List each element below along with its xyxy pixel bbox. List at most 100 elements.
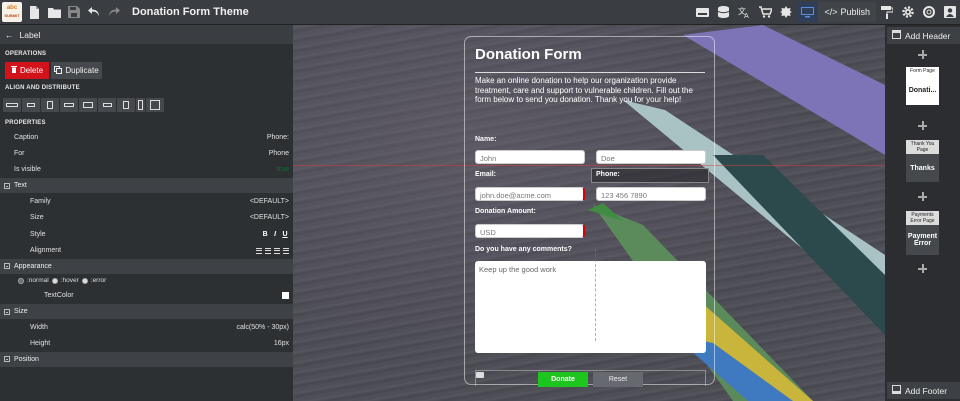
add-page-plus-icon[interactable]	[918, 50, 927, 59]
italic-toggle[interactable]: I	[271, 231, 279, 238]
undo-icon[interactable]	[84, 2, 104, 22]
prop-alignment: Alignment	[0, 242, 293, 258]
phone-label[interactable]: Phone:	[596, 171, 620, 178]
form-footer-bar	[475, 370, 706, 386]
textcolor-swatch[interactable]	[282, 292, 289, 300]
align-toolbar	[0, 98, 293, 112]
prop-for[interactable]: For Phone	[0, 145, 293, 161]
state-normal-radio[interactable]	[18, 277, 24, 284]
position-group-header[interactable]: Position	[0, 351, 293, 367]
user-account-icon[interactable]	[940, 2, 960, 22]
properties-heading: PROPERTIES	[5, 120, 46, 126]
same-width-icon[interactable]	[136, 98, 145, 112]
design-canvas[interactable]: Donation Form Make an online donation to…	[293, 25, 885, 401]
prop-is-visible[interactable]: Is visible true	[0, 162, 293, 178]
cart-icon[interactable]	[755, 2, 775, 22]
distribute-h-icon[interactable]	[117, 98, 135, 112]
collapse-icon	[4, 263, 10, 270]
selection-guide-vertical	[595, 249, 596, 341]
captcha-icon	[476, 372, 484, 378]
align-middle-v-icon[interactable]	[79, 98, 97, 112]
align-center-h-icon[interactable]	[22, 98, 40, 112]
page-thumb-thanks[interactable]: Thank You Page Thanks	[906, 140, 939, 182]
text-group-header[interactable]: Text	[0, 178, 293, 194]
add-page-plus-icon[interactable]	[918, 192, 927, 201]
prop-size[interactable]: Size <DEFAULT>	[0, 210, 293, 226]
bold-toggle[interactable]: B	[261, 231, 269, 238]
add-page-plus-icon[interactable]	[918, 121, 927, 130]
redo-icon[interactable]	[104, 2, 124, 22]
code-icon: </>	[824, 7, 838, 17]
prop-family[interactable]: Family <DEFAULT>	[0, 193, 293, 209]
amount-input[interactable]: USD	[475, 224, 585, 238]
pages-panel: Add Header Form Page Donati... Thank You…	[885, 25, 960, 401]
donation-form: Donation Form Make an online donation to…	[464, 36, 715, 387]
properties-panel: ← Label OPERATIONS Delete Duplicate ALIG…	[0, 25, 293, 401]
trash-icon	[10, 66, 17, 75]
help-lifebuoy-icon[interactable]	[919, 2, 939, 22]
desktop-preview-icon[interactable]	[797, 2, 818, 22]
database-icon[interactable]	[713, 2, 733, 22]
back-to-label[interactable]: ← Label	[0, 25, 293, 44]
text-align-right-icon[interactable]	[274, 247, 280, 254]
new-file-icon[interactable]	[24, 2, 44, 22]
delete-button[interactable]: Delete	[5, 62, 49, 79]
prop-height[interactable]: Height 16px	[0, 336, 293, 352]
text-align-center-icon[interactable]	[265, 247, 271, 254]
arrow-left-icon: ←	[5, 29, 14, 40]
add-footer-button[interactable]: Add Footer	[887, 382, 960, 399]
last-name-input[interactable]: Doe	[596, 150, 706, 164]
add-header-icon	[892, 30, 901, 41]
collapse-icon	[4, 356, 10, 363]
same-height-icon[interactable]	[146, 98, 164, 112]
keyboard-icon[interactable]	[692, 2, 712, 22]
size-group-header[interactable]: Size	[0, 304, 293, 320]
align-bottom-icon[interactable]	[98, 98, 116, 112]
gear-icon[interactable]	[898, 2, 918, 22]
appearance-group-header[interactable]: Appearance	[0, 258, 293, 274]
add-page-plus-icon[interactable]	[918, 264, 927, 273]
underline-toggle[interactable]: U	[281, 231, 289, 238]
name-label[interactable]: Name:	[475, 136, 496, 143]
collapse-icon	[4, 182, 10, 189]
page-thumb-payment-error[interactable]: Payments Error Page Payment Error	[906, 211, 939, 255]
donate-button[interactable]: Donate	[538, 372, 588, 387]
phone-input[interactable]: 123 456 7890	[596, 187, 706, 201]
paint-roller-icon[interactable]	[877, 2, 897, 22]
reset-button[interactable]: Reset	[593, 372, 643, 387]
save-icon[interactable]	[64, 2, 84, 22]
comments-label[interactable]: Do you have any comments?	[475, 246, 572, 253]
state-error-radio[interactable]	[81, 277, 88, 284]
amount-label[interactable]: Donation Amount:	[475, 208, 536, 215]
app-logo: abc SUBMIT	[2, 2, 22, 22]
duplicate-button[interactable]: Duplicate	[51, 62, 102, 79]
add-footer-icon	[892, 385, 901, 396]
page-thumb-form[interactable]: Form Page Donati...	[906, 67, 939, 105]
open-folder-icon[interactable]	[44, 2, 64, 22]
email-label[interactable]: Email:	[475, 171, 496, 178]
align-right-icon[interactable]	[41, 98, 59, 112]
top-toolbar: abc SUBMIT Donation Form Theme 文A </> Pu…	[0, 0, 960, 25]
prop-width[interactable]: Width calc(50% - 30px)	[0, 319, 293, 335]
add-header-button[interactable]: Add Header	[887, 27, 960, 44]
badge-icon[interactable]	[776, 2, 796, 22]
prop-caption[interactable]: Caption Phone:	[0, 129, 293, 145]
publish-button[interactable]: </> Publish	[818, 2, 876, 22]
text-align-left-icon[interactable]	[256, 247, 262, 254]
text-align-justify-icon[interactable]	[283, 247, 289, 254]
prop-textcolor[interactable]: TextColor	[0, 288, 293, 304]
align-left-icon[interactable]	[3, 98, 21, 112]
form-description[interactable]: Make an online donation to help our orga…	[475, 76, 707, 105]
toolbar-right: 文A </> Publish	[692, 2, 960, 22]
collapse-icon	[4, 308, 10, 315]
first-name-input[interactable]: John	[475, 150, 585, 164]
email-input[interactable]: john.doe@acme.com	[475, 187, 585, 201]
form-title[interactable]: Donation Form	[475, 46, 582, 63]
translate-icon[interactable]: 文A	[734, 2, 754, 22]
comments-textarea[interactable]: Keep up the good work	[475, 261, 706, 353]
document-title: Donation Form Theme	[132, 6, 249, 18]
state-hover-radio[interactable]	[51, 277, 58, 284]
title-divider	[475, 72, 705, 73]
align-top-icon[interactable]	[60, 98, 78, 112]
svg-text:A: A	[744, 12, 749, 18]
